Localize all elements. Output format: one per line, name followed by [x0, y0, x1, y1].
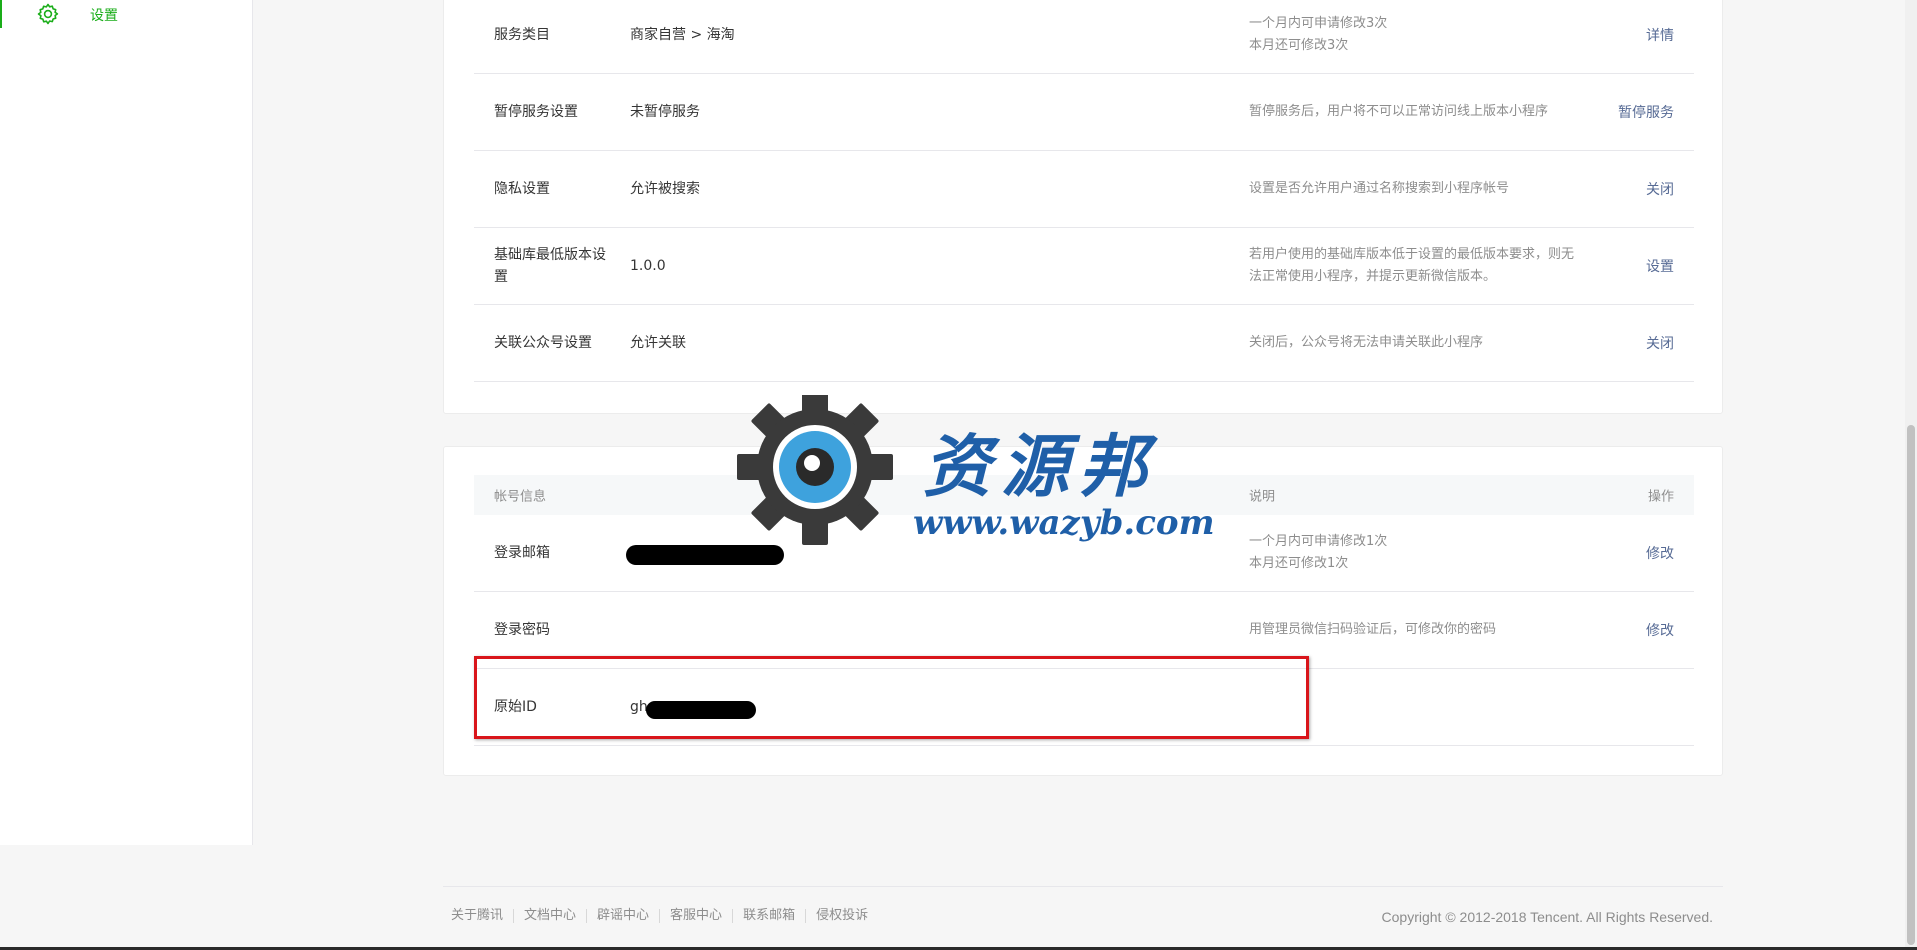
account-info-card: 帐号信息 说明 操作 登录邮箱 一个月内可申请修改1次 本月还可修改1次 修改 …: [443, 446, 1723, 776]
row-desc-line: 法正常使用小程序，并提示更新微信版本。: [1249, 269, 1497, 284]
row-name: 登录邮箱: [494, 545, 550, 561]
header-account-info: 帐号信息: [494, 489, 547, 505]
row-desc-line: 若用户使用的基础库版本低于设置的最低版本要求，则无: [1249, 247, 1575, 262]
row-desc: 若用户使用的基础库版本低于设置的最低版本要求，则无 法正常使用小程序，并提示更新…: [1249, 244, 1609, 288]
row-name: 登录密码: [494, 622, 550, 638]
footer-links: 关于腾讯 文档中心 辟谣中心 客服中心 联系邮箱 侵权投诉: [451, 909, 878, 923]
table-row: 服务类目 商家自营 > 海淘 一个月内可申请修改3次 本月还可修改3次 详情: [474, 0, 1694, 74]
row-desc: 暂停服务后，用户将不可以正常访问线上版本小程序: [1249, 101, 1609, 123]
row-value: 未暂停服务: [630, 104, 700, 120]
row-desc-line: 本月还可修改1次: [1249, 556, 1349, 571]
footer-link-email[interactable]: 联系邮箱: [732, 909, 805, 923]
header-operation: 操作: [1647, 489, 1674, 505]
row-desc-line: 一个月内可申请修改3次: [1249, 16, 1388, 31]
row-desc-line: 设置是否允许用户通过名称搜索到小程序帐号: [1249, 181, 1510, 196]
scroll-thumb[interactable]: [1907, 425, 1915, 945]
table-row: 关联公众号设置 允许关联 关闭后，公众号将无法申请关联此小程序 关闭: [474, 305, 1694, 382]
table-row: 基础库最低版本设置 1.0.0 若用户使用的基础库版本低于设置的最低版本要求，则…: [474, 228, 1694, 305]
row-desc: 关闭后，公众号将无法申请关联此小程序: [1249, 332, 1609, 354]
row-desc: 设置是否允许用户通过名称搜索到小程序帐号: [1249, 178, 1609, 200]
gear-icon: [36, 2, 60, 26]
row-value: 商家自营 > 海淘: [630, 27, 735, 43]
footer-link-docs[interactable]: 文档中心: [513, 909, 586, 923]
row-desc: 用管理员微信扫码验证后，可修改你的密码: [1249, 619, 1609, 641]
privacy-close-link[interactable]: 关闭: [1646, 179, 1674, 199]
linked-account-close-link[interactable]: 关闭: [1646, 333, 1674, 353]
edit-password-link[interactable]: 修改: [1646, 620, 1674, 640]
footer: 关于腾讯 文档中心 辟谣中心 客服中心 联系邮箱 侵权投诉 Copyright …: [443, 886, 1723, 926]
table-row: 登录密码 用管理员微信扫码验证后，可修改你的密码 修改: [474, 592, 1694, 669]
row-value: 允许关联: [630, 335, 686, 351]
edit-email-link[interactable]: 修改: [1646, 543, 1674, 563]
footer-link-rumor[interactable]: 辟谣中心: [586, 909, 659, 923]
redacted-mark: [646, 701, 756, 719]
row-name: 关联公众号设置: [494, 335, 592, 351]
footer-link-support[interactable]: 客服中心: [659, 909, 732, 923]
table-row: 暂停服务设置 未暂停服务 暂停服务后，用户将不可以正常访问线上版本小程序 暂停服…: [474, 74, 1694, 151]
sidebar-item-label: 设置: [90, 8, 118, 24]
details-link[interactable]: 详情: [1646, 25, 1674, 45]
original-id-value: gh: [630, 699, 648, 715]
row-desc-line: 用管理员微信扫码验证后，可修改你的密码: [1249, 622, 1497, 637]
row-name: 隐私设置: [494, 181, 550, 197]
row-name: 服务类目: [494, 27, 550, 43]
table-row: 原始ID gh: [474, 669, 1694, 746]
copyright: Copyright © 2012-2018 Tencent. All Right…: [1381, 909, 1713, 925]
row-desc: 一个月内可申请修改1次 本月还可修改1次: [1249, 531, 1609, 575]
row-value: 允许被搜索: [630, 181, 700, 197]
table-row: 登录邮箱 一个月内可申请修改1次 本月还可修改1次 修改: [474, 515, 1694, 592]
footer-link-about[interactable]: 关于腾讯: [451, 909, 513, 923]
row-desc-line: 一个月内可申请修改1次: [1249, 534, 1388, 549]
redacted-mark: [626, 545, 784, 565]
footer-link-infringement[interactable]: 侵权投诉: [805, 909, 878, 923]
row-desc-line: 暂停服务后，用户将不可以正常访问线上版本小程序: [1249, 104, 1549, 119]
sidebar-item-settings[interactable]: 设置: [0, 0, 253, 28]
table-row: 隐私设置 允许被搜索 设置是否允许用户通过名称搜索到小程序帐号 关闭: [474, 151, 1694, 228]
scrollbar[interactable]: [1905, 0, 1917, 950]
table-header: 帐号信息 说明 操作: [474, 475, 1694, 515]
row-value: 1.0.0: [630, 258, 666, 274]
min-version-set-link[interactable]: 设置: [1646, 256, 1674, 276]
row-desc-line: 关闭后，公众号将无法申请关联此小程序: [1249, 335, 1484, 350]
row-desc: 一个月内可申请修改3次 本月还可修改3次: [1249, 13, 1609, 57]
pause-service-link[interactable]: 暂停服务: [1618, 102, 1674, 122]
row-name: 原始ID: [494, 699, 537, 715]
settings-card: 服务类目 商家自营 > 海淘 一个月内可申请修改3次 本月还可修改3次 详情 暂…: [443, 0, 1723, 414]
row-name: 暂停服务设置: [494, 104, 578, 120]
row-name: 基础库最低版本设置: [494, 247, 606, 285]
row-desc-line: 本月还可修改3次: [1249, 38, 1349, 53]
header-description: 说明: [1249, 489, 1276, 505]
sidebar: 设置: [0, 0, 253, 845]
